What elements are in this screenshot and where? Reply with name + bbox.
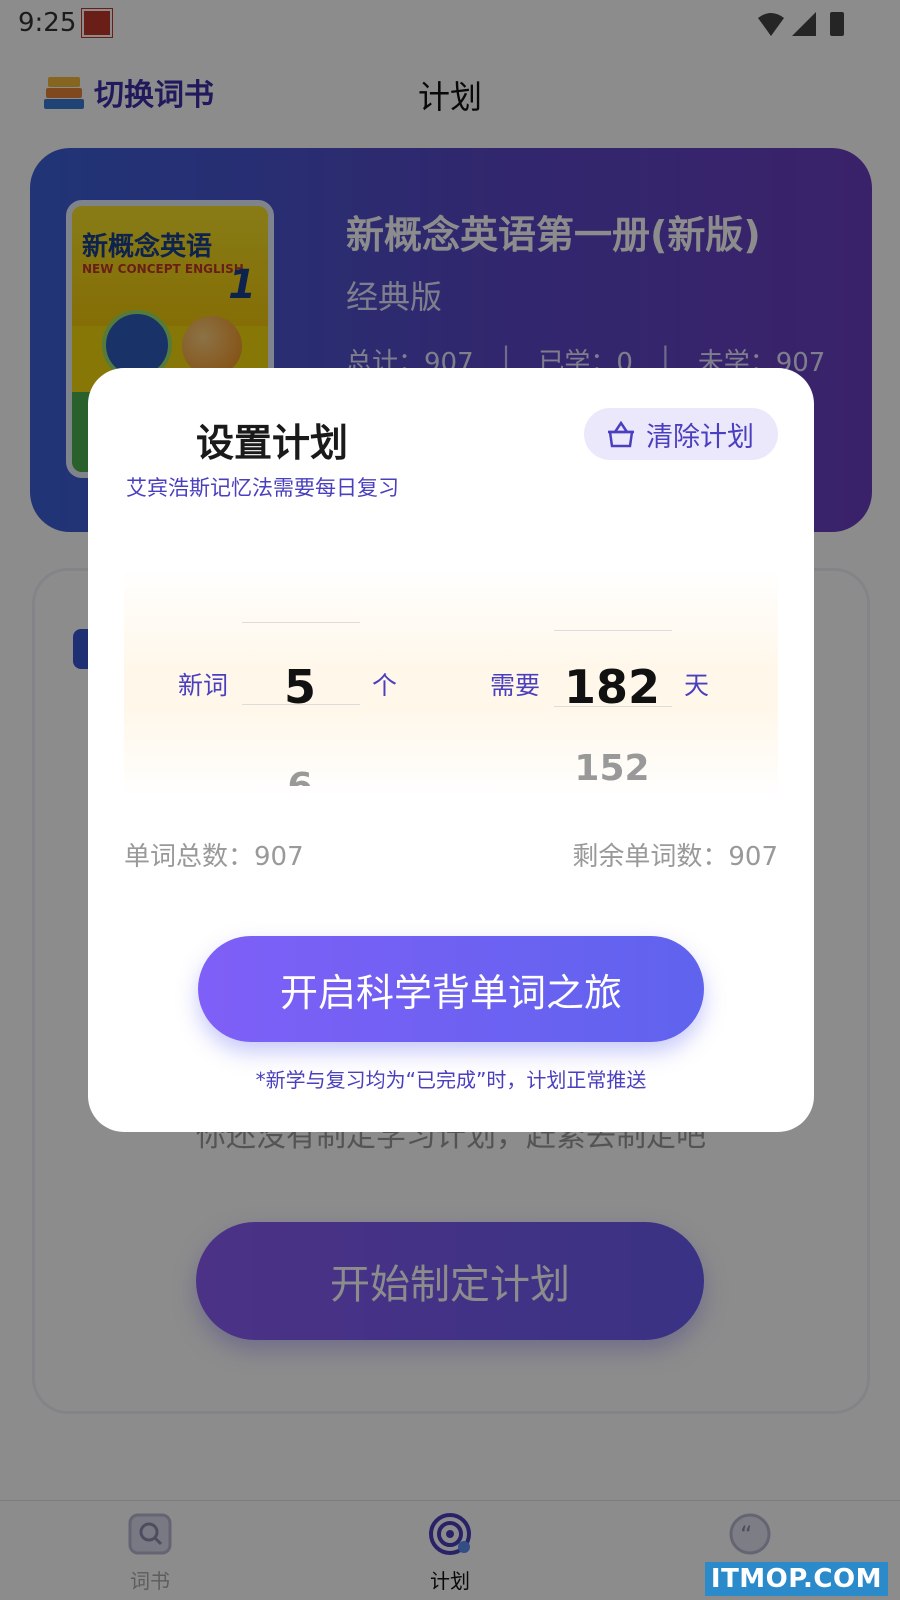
dialog-footnote: *新学与复习均为“已完成”时，计划正常推送 (255, 1068, 647, 1092)
basket-icon (608, 420, 634, 448)
new-words-label: 新词 (178, 671, 229, 700)
days-next: 152 (574, 748, 650, 789)
days-unit: 天 (684, 671, 710, 700)
clear-plan-label: 清除计划 (646, 421, 754, 453)
new-words-unit: 个 (372, 671, 398, 700)
start-journey-button[interactable]: 开启科学背单词之旅 (198, 936, 704, 1042)
clear-plan-button[interactable]: 清除计划 (584, 408, 778, 460)
days-wheel[interactable]: 182 (552, 660, 672, 714)
watermark: ITMOP.COM (704, 1562, 888, 1596)
new-words-wheel[interactable]: 5 (240, 660, 360, 714)
days-selected: 182 (563, 660, 661, 714)
days-next-item: 152 (552, 748, 672, 789)
set-plan-dialog: 设置计划 艾宾浩斯记忆法需要每日复习 清除计划 新词 5 6 个 需要 182 … (88, 368, 814, 1132)
dialog-subtitle: 艾宾浩斯记忆法需要每日复习 (126, 476, 399, 500)
remaining-words-count: 剩余单词数：907 (572, 842, 778, 872)
new-words-next-clip: 6 (240, 766, 360, 786)
dialog-title: 设置计划 (196, 421, 349, 465)
total-words-count: 单词总数：907 (124, 842, 304, 872)
plan-picker: 新词 5 6 个 需要 182 152 天 (124, 568, 778, 798)
days-label: 需要 (490, 671, 541, 700)
new-words-next: 6 (240, 766, 360, 786)
new-words-selected: 5 (283, 660, 316, 714)
